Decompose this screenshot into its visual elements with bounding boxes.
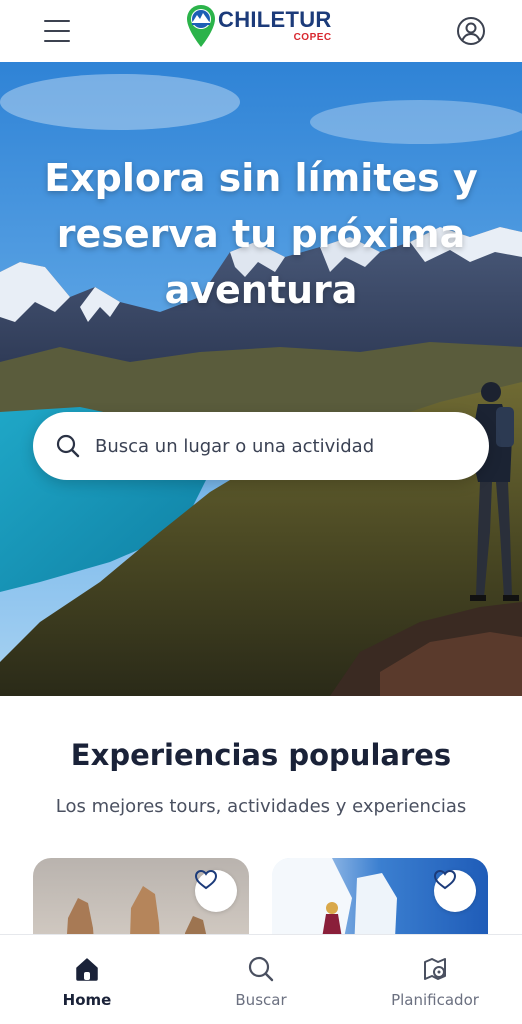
nav-label-planner: Planificador [391,991,479,1009]
bottom-navigation: Home Buscar Planificador [0,934,522,1024]
nav-item-search[interactable]: Buscar [174,935,348,1024]
heart-icon [195,870,217,890]
favorite-button[interactable] [195,870,237,912]
user-profile-icon[interactable] [456,16,486,46]
search-icon [56,434,80,458]
top-app-bar: CHILETUR COPEC [0,0,522,62]
nav-item-home[interactable]: Home [0,935,174,1024]
section-title: Experiencias populares [70,738,452,772]
search-bar[interactable] [33,412,489,480]
heart-icon [434,870,456,890]
section-subtitle: Los mejores tours, actividades y experie… [55,796,467,817]
favorite-button[interactable] [434,870,476,912]
search-input[interactable] [95,435,455,457]
home-icon [76,958,98,981]
planner-icon [424,958,446,980]
nav-label-home: Home [62,991,112,1009]
logo-pin-icon [187,5,215,47]
nav-item-planner[interactable]: Planificador [348,935,522,1024]
search-icon [248,956,274,982]
logo-main-text: CHILETUR [218,7,332,32]
nav-label-search: Buscar [235,991,287,1009]
brand-logo[interactable]: CHILETUR COPEC [186,4,332,48]
hero-headline: Explora sin límites y reserva tu próxima… [44,156,478,312]
menu-icon[interactable] [44,20,70,42]
logo-sub-text: COPEC [293,32,332,43]
hero-banner: Explora sin límites y reserva tu próxima… [0,62,522,696]
